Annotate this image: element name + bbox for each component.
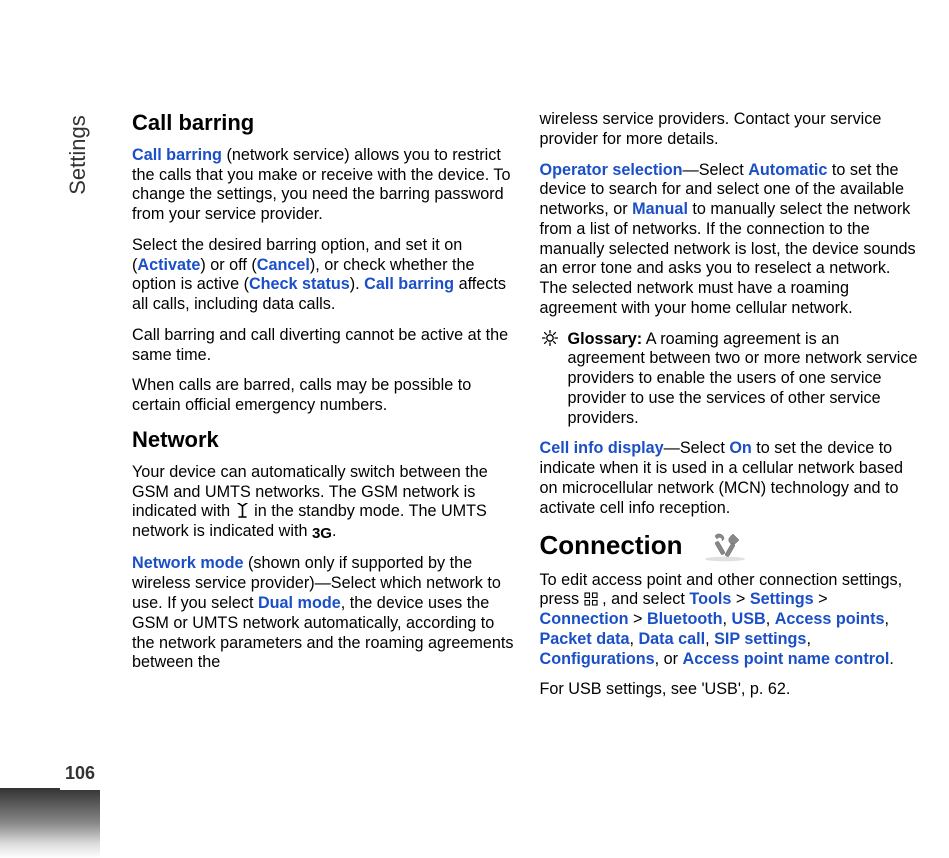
menu-key-icon (584, 592, 598, 606)
sidebar (0, 0, 58, 858)
para-network-mode: Network mode (shown only if supported by… (132, 554, 514, 673)
para-connection-nav: To edit access point and other connectio… (540, 571, 922, 670)
para-barring-diverting: Call barring and call diverting cannot b… (132, 326, 514, 366)
term-operator-selection: Operator selection (540, 161, 683, 179)
heading-network: Network (132, 427, 514, 454)
glossary-label: Glossary: (568, 330, 643, 348)
term-call-barring-2: Call barring (364, 275, 454, 293)
tip-icon (542, 330, 558, 429)
para-call-barring-intro: Call barring (network service) allows yo… (132, 146, 514, 225)
term-automatic: Automatic (748, 161, 827, 179)
term-activate: Activate (137, 256, 200, 274)
left-column: Call barring Call barring (network servi… (132, 110, 514, 711)
term-usb: USB (732, 610, 766, 628)
term-packet-data: Packet data (540, 630, 630, 648)
para-usb-ref: For USB settings, see 'USB', p. 62. (540, 680, 922, 700)
term-connection: Connection (540, 610, 629, 628)
term-on: On (729, 439, 751, 457)
gsm-antenna-icon (235, 503, 250, 518)
term-network-mode: Network mode (132, 554, 244, 572)
para-emergency: When calls are barred, calls may be poss… (132, 376, 514, 416)
heading-connection: Connection (540, 530, 922, 562)
para-providers: wireless service providers. Contact your… (540, 110, 922, 150)
term-configurations: Configurations (540, 650, 655, 668)
glossary-block: Glossary: A roaming agreement is an agre… (540, 330, 922, 429)
para-network-switch: Your device can automatically switch bet… (132, 463, 514, 544)
page-number: 106 (60, 756, 100, 790)
section-label-tab: Settings (60, 90, 96, 220)
right-column: wireless service providers. Contact your… (540, 110, 922, 711)
term-tools: Tools (689, 590, 731, 608)
term-cancel: Cancel (257, 256, 310, 274)
connection-tools-icon (695, 530, 751, 562)
term-manual: Manual (632, 200, 688, 218)
heading-call-barring: Call barring (132, 110, 514, 137)
term-sip-settings: SIP settings (714, 630, 806, 648)
term-dual-mode: Dual mode (258, 594, 341, 612)
para-operator-selection: Operator selection—Select Automatic to s… (540, 161, 922, 319)
manual-page: Settings 106 Call barring Call barring (… (0, 0, 949, 858)
content-columns: Call barring Call barring (network servi… (132, 110, 921, 711)
term-call-barring: Call barring (132, 146, 222, 164)
section-label: Settings (65, 115, 91, 195)
term-bluetooth: Bluetooth (647, 610, 723, 628)
term-cell-info-display: Cell info display (540, 439, 664, 457)
term-check-status: Check status (249, 275, 350, 293)
term-settings: Settings (750, 590, 814, 608)
page-corner-gradient (0, 788, 100, 858)
term-access-points: Access points (775, 610, 885, 628)
3g-icon: 3G (312, 525, 332, 543)
term-data-call: Data call (638, 630, 705, 648)
term-apn-control: Access point name control (683, 650, 890, 668)
para-call-barring-options: Select the desired barring option, and s… (132, 236, 514, 315)
para-cell-info: Cell info display—Select On to set the d… (540, 439, 922, 518)
glossary-text: Glossary: A roaming agreement is an agre… (568, 330, 922, 429)
